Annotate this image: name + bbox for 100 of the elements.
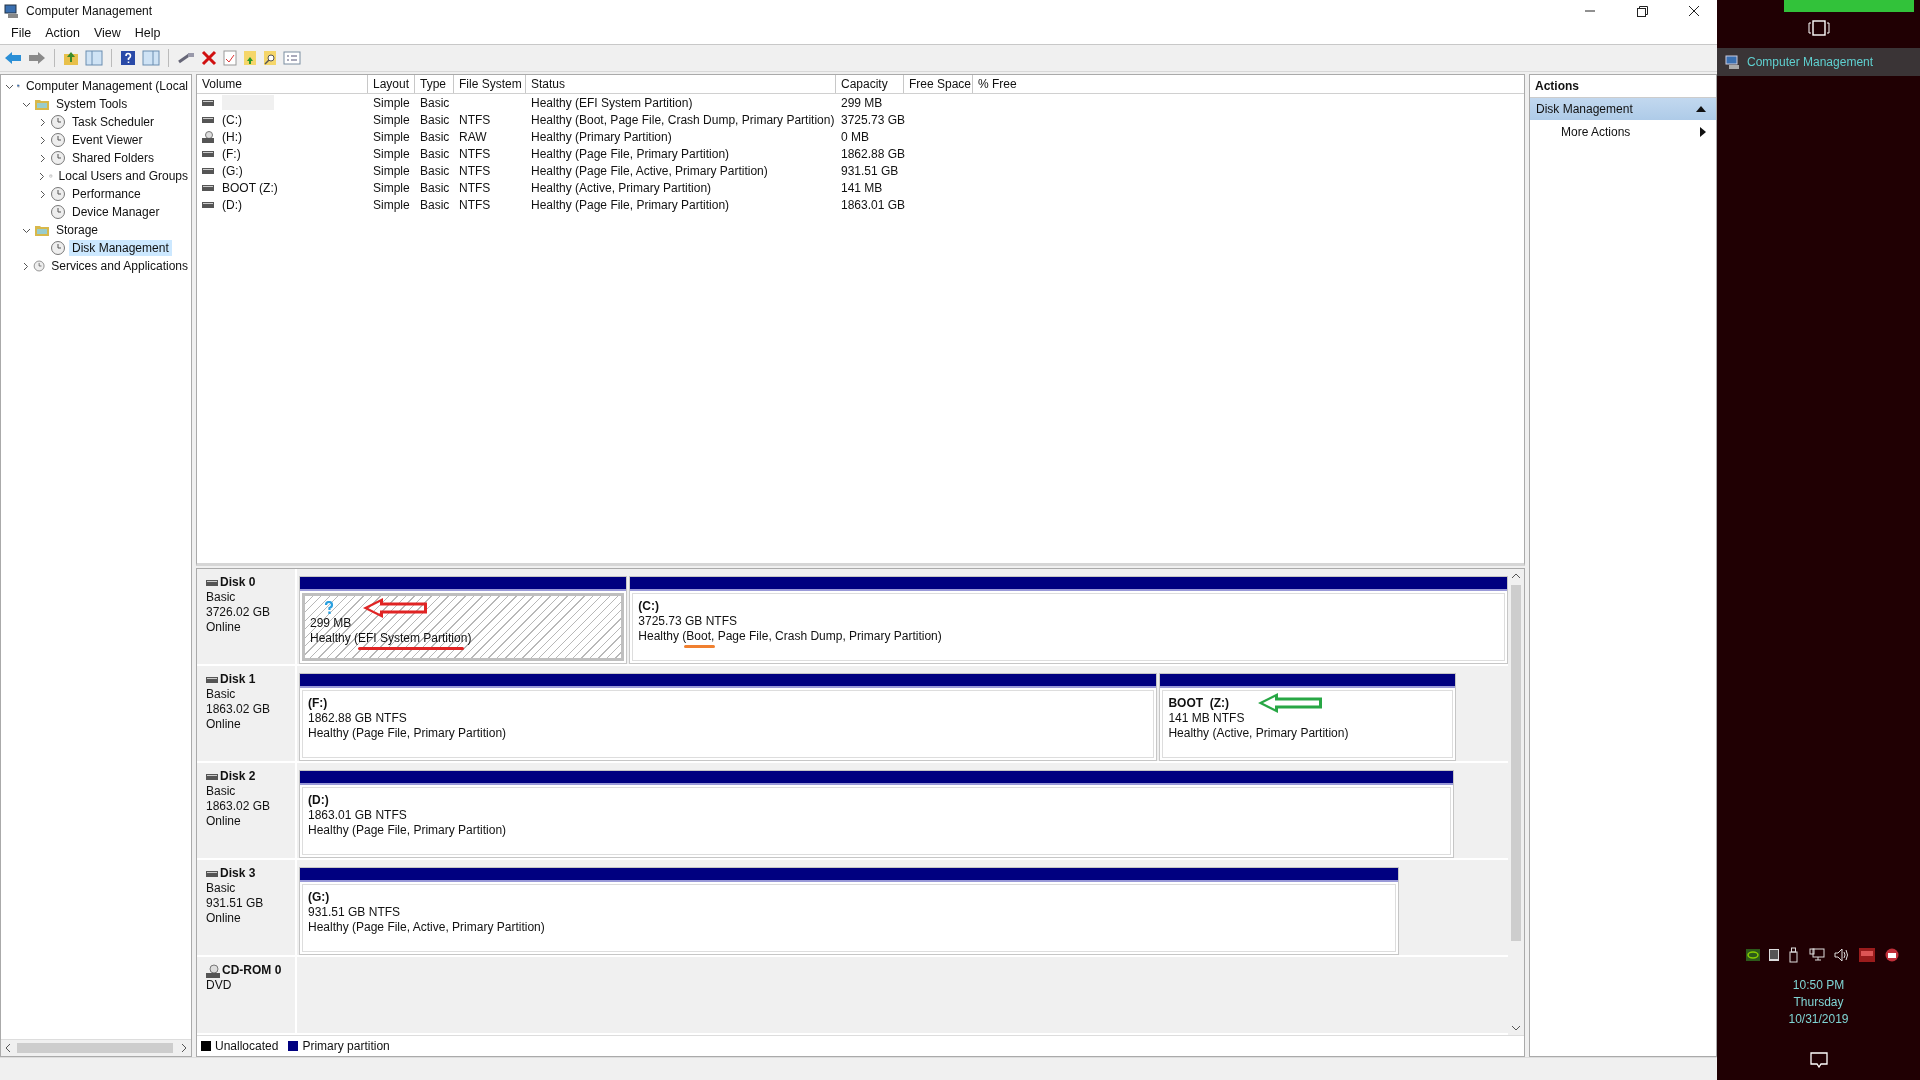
collapse-icon[interactable] xyxy=(1696,106,1706,112)
window-title: Computer Management xyxy=(26,4,153,18)
scroll-left-icon[interactable] xyxy=(5,1044,11,1052)
table-cell: Basic xyxy=(420,163,450,178)
column-header[interactable]: % Free xyxy=(973,75,1523,93)
table-cell: Healthy (Boot, Page File, Crash Dump, Primary Partition) xyxy=(531,112,835,127)
tree-item[interactable]: Device Manager xyxy=(69,204,163,220)
arrow-annotation xyxy=(1257,693,1324,713)
tree-item[interactable]: Task Scheduler xyxy=(69,114,158,130)
tree-item[interactable]: Storage xyxy=(53,222,102,238)
disk-type: Basic xyxy=(206,687,237,702)
column-header[interactable]: Volume xyxy=(197,75,368,93)
optical-drive-icon xyxy=(202,130,214,143)
table-cell: 931.51 GB xyxy=(841,163,899,178)
column-header[interactable]: File System xyxy=(454,75,526,93)
delete-icon[interactable] xyxy=(201,50,217,66)
gt-app-icon[interactable] xyxy=(1883,948,1900,962)
tree-item[interactable]: Event Viewer xyxy=(69,132,146,148)
table-cell: Healthy (EFI System Partition) xyxy=(531,95,693,110)
checklist-icon[interactable] xyxy=(223,50,237,66)
actions-section[interactable]: Disk Management xyxy=(1530,98,1716,120)
table-cell: 299 MB xyxy=(841,95,883,110)
search-icon[interactable] xyxy=(263,50,277,66)
notification-icon[interactable] xyxy=(1809,1052,1828,1068)
eye-logo-icon[interactable] xyxy=(1745,949,1760,961)
partition-block[interactable]: BOOT (Z:) 141 MB NTFS Healthy (Active, Primary Partition) xyxy=(1162,690,1453,758)
grid-icon[interactable] xyxy=(1768,949,1779,961)
column-header[interactable]: Layout xyxy=(368,75,415,93)
partition-label: (D:) xyxy=(308,792,329,808)
partition-status: Healthy (Page File, Active, Primary Partition) xyxy=(308,920,545,934)
expand-chevron-icon[interactable] xyxy=(37,171,46,181)
table-cell: (F:) xyxy=(222,146,241,161)
table-cell: Healthy (Primary Partition) xyxy=(531,129,672,144)
question-mark-icon xyxy=(324,601,334,615)
drive-icon xyxy=(202,99,214,106)
back-arrow-icon[interactable] xyxy=(4,50,22,66)
table-cell: 0 MB xyxy=(841,129,869,144)
submenu-arrow-icon xyxy=(1700,127,1706,137)
table-cell: (H:) xyxy=(222,129,242,144)
network-icon[interactable] xyxy=(1808,948,1825,962)
usb-drive-icon[interactable] xyxy=(1787,947,1800,963)
table-cell: Simple xyxy=(373,95,410,110)
forward-arrow-icon[interactable] xyxy=(28,50,46,66)
column-header[interactable]: Free Space xyxy=(904,75,973,93)
drive-icon xyxy=(206,870,218,877)
speaker-icon[interactable] xyxy=(1833,948,1850,962)
partition-block[interactable]: (F:) 1862.88 GB NTFS Healthy (Page File, Primary Partition) xyxy=(302,690,1155,758)
table-cell: Healthy (Page File, Primary Partition) xyxy=(531,146,730,161)
partition-status: Healthy (EFI System Partition) xyxy=(310,631,472,645)
partition-block[interactable]: (D:) 1863.01 GB NTFS Healthy (Page File, Primary Partition) xyxy=(302,787,1451,855)
table-cell: Simple xyxy=(373,112,410,127)
menu-item[interactable]: Action xyxy=(38,24,87,42)
partition-block[interactable]: (C:) 3725.73 GB NTFS Healthy (Boot, Page File, Crash Dump, Primary Partition) xyxy=(632,593,1505,661)
tree-item[interactable]: System Tools xyxy=(53,96,131,112)
menu-item[interactable]: File xyxy=(4,24,39,42)
disk-status: Online xyxy=(206,911,242,926)
partition-label: BOOT (Z:) xyxy=(1168,695,1230,711)
action-item[interactable]: More Actions xyxy=(1530,120,1716,144)
tree-item[interactable]: Local Users and Groups xyxy=(55,168,191,184)
menu-item[interactable]: Help xyxy=(127,24,168,42)
folder-up-icon[interactable] xyxy=(63,50,79,66)
table-cell: Healthy (Page File, Active, Primary Partition) xyxy=(531,163,768,178)
taskbar-app[interactable]: Computer Management xyxy=(1717,48,1920,76)
task-view-icon[interactable] xyxy=(1807,20,1830,36)
partition-block[interactable]: 299 MB Healthy (EFI System Partition) xyxy=(302,593,625,661)
tree-item[interactable]: Computer Management (Local xyxy=(22,78,191,94)
partition-block[interactable]: (G:) 931.51 GB NTFS Healthy (Page File, Active, Primary Partition) xyxy=(302,884,1397,952)
disk-type: Basic xyxy=(206,590,237,605)
table-cell: Basic xyxy=(420,146,450,161)
scrollbar-thumb[interactable] xyxy=(17,1043,173,1053)
table-cell: NTFS xyxy=(459,197,491,212)
drive-icon xyxy=(202,167,214,174)
clock-date[interactable]: 10/31/2019 xyxy=(1788,1011,1849,1028)
scrollbar-thumb[interactable] xyxy=(1511,585,1521,941)
connect-icon[interactable] xyxy=(177,50,195,66)
table-cell: Simple xyxy=(373,197,410,212)
scroll-right-icon[interactable] xyxy=(181,1044,187,1052)
tree-item[interactable]: Services and Applications xyxy=(48,258,191,274)
blurred-name xyxy=(222,95,274,110)
tree-item[interactable]: Disk Management xyxy=(69,240,172,256)
expand-chevron-icon[interactable] xyxy=(21,261,30,271)
drive-icon xyxy=(206,773,218,780)
gpu-app-icon[interactable] xyxy=(1858,948,1875,962)
scroll-up-icon[interactable] xyxy=(1512,573,1520,579)
column-header[interactable]: Type xyxy=(415,75,454,93)
column-header[interactable]: Status xyxy=(526,75,836,93)
disk-size: 1863.02 GB xyxy=(206,799,272,814)
drive-icon xyxy=(202,116,214,123)
help-icon[interactable] xyxy=(120,50,136,66)
tree-item[interactable]: Shared Folders xyxy=(69,150,158,166)
column-header[interactable]: Capacity xyxy=(836,75,904,93)
clock-day[interactable]: Thursday xyxy=(1793,994,1844,1011)
disk-name: Disk 1 xyxy=(220,672,256,687)
partition-size: 3725.73 GB NTFS xyxy=(638,614,739,629)
tree-item[interactable]: Performance xyxy=(69,186,144,202)
drive-icon xyxy=(206,676,218,683)
menu-item[interactable]: View xyxy=(86,24,128,42)
clock-time[interactable]: 10:50 PM xyxy=(1792,977,1845,994)
scroll-down-icon[interactable] xyxy=(1512,1025,1520,1031)
partition-size: 299 MB xyxy=(310,616,353,631)
